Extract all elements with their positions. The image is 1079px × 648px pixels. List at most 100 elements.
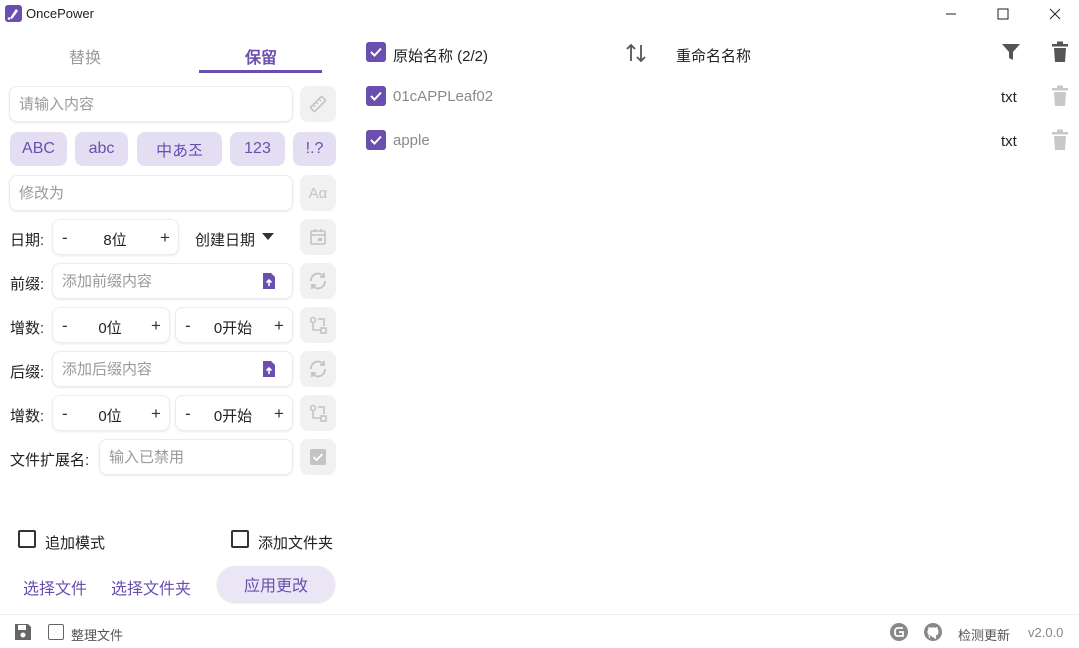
file-row-checkbox[interactable]: [366, 130, 386, 150]
append-mode-label: 追加模式: [45, 535, 106, 552]
check-icon: [370, 47, 382, 57]
select-all-checkbox[interactable]: [366, 42, 386, 62]
prefix-start-increment[interactable]: +: [274, 316, 284, 336]
ruler-icon: [309, 95, 327, 113]
ruler-button[interactable]: [300, 86, 336, 122]
calendar-icon: [310, 229, 326, 245]
search-input[interactable]: [10, 87, 292, 121]
date-label: 日期:: [10, 232, 45, 249]
suffix-label: 后缀:: [10, 364, 45, 381]
delete-file-icon[interactable]: [1051, 129, 1069, 151]
organize-files-checkbox[interactable]: [48, 624, 64, 640]
refresh-icon: [310, 360, 326, 378]
renamed-name-header: 重命名名称: [676, 48, 752, 65]
date-digits-increment[interactable]: +: [160, 228, 170, 248]
prefix-input[interactable]: [53, 264, 292, 298]
suffix-file-upload-icon[interactable]: [261, 360, 277, 378]
date-digits-decrement[interactable]: -: [62, 228, 68, 248]
select-files-button[interactable]: 选择文件: [23, 575, 87, 599]
date-calendar-button[interactable]: [300, 219, 336, 255]
append-mode-checkbox[interactable]: [18, 530, 36, 548]
suffix-start-stepper: - 0开始 +: [175, 395, 293, 431]
organize-files-label: 整理文件: [71, 628, 124, 643]
github-icon[interactable]: [923, 622, 943, 642]
delete-all-icon[interactable]: [1051, 41, 1069, 63]
suffix-digits-stepper: - 0位 +: [52, 395, 170, 431]
chip-cjk[interactable]: 中あ조: [137, 132, 222, 166]
chip-lowercase[interactable]: abc: [75, 132, 128, 166]
minimize-button[interactable]: [928, 0, 974, 28]
swap-icon: [309, 316, 327, 334]
date-type-value: 创建日期: [195, 232, 256, 249]
minimize-icon: [946, 13, 956, 15]
suffix-digits-value: 0位: [98, 408, 122, 425]
apply-changes-button[interactable]: 应用更改: [217, 566, 335, 602]
modify-input[interactable]: [10, 176, 292, 210]
prefix-start-decrement[interactable]: -: [185, 316, 191, 336]
add-folder-label: 添加文件夹: [258, 535, 334, 552]
save-icon[interactable]: [14, 623, 32, 641]
checkbox-confirm-icon: [310, 449, 326, 465]
chip-uppercase[interactable]: ABC: [10, 132, 67, 166]
date-type-select[interactable]: 创建日期: [195, 229, 255, 250]
prefix-digits-increment[interactable]: +: [151, 316, 161, 336]
window-title: OncePower: [26, 6, 94, 21]
suffix-increment-label: 增数:: [10, 408, 45, 425]
prefix-increment-swap-button[interactable]: [300, 307, 336, 343]
app-logo-icon: [5, 5, 22, 22]
check-update-link[interactable]: 检测更新: [958, 625, 1010, 644]
sort-icon[interactable]: [624, 41, 648, 65]
filter-icon[interactable]: [1001, 43, 1021, 61]
modify-field: [9, 175, 293, 211]
chip-symbols[interactable]: !.?: [293, 132, 336, 166]
gitee-icon[interactable]: [889, 622, 909, 642]
suffix-digits-decrement[interactable]: -: [62, 404, 68, 424]
prefix-refresh-button[interactable]: [300, 263, 336, 299]
search-field: [9, 86, 293, 122]
suffix-start-value: 0开始: [213, 408, 253, 425]
file-name: 01cAPPLeaf02: [393, 88, 494, 105]
original-name-header: 原始名称 (2/2): [393, 48, 489, 65]
font-case-icon: Aα: [308, 184, 328, 202]
suffix-start-decrement[interactable]: -: [185, 404, 191, 424]
prefix-start-stepper: - 0开始 +: [175, 307, 293, 343]
prefix-digits-value: 0位: [98, 320, 122, 337]
title-bar: OncePower: [0, 0, 1079, 28]
tab-keep[interactable]: 保留: [199, 44, 323, 67]
prefix-start-value: 0开始: [213, 320, 253, 337]
suffix-start-increment[interactable]: +: [274, 404, 284, 424]
maximize-button[interactable]: [980, 0, 1026, 28]
suffix-digits-increment[interactable]: +: [151, 404, 161, 424]
refresh-icon: [310, 272, 326, 290]
prefix-label: 前缀:: [10, 276, 45, 293]
add-folder-checkbox[interactable]: [231, 530, 249, 548]
extension-confirm-button[interactable]: [300, 439, 336, 475]
file-extension: txt: [1001, 89, 1017, 106]
file-extension: txt: [1001, 133, 1017, 150]
date-digits-value: 8位: [103, 232, 127, 249]
extension-label: 文件扩展名:: [10, 452, 90, 469]
extension-input[interactable]: [100, 440, 292, 474]
date-digits-stepper: - 8位 +: [52, 219, 179, 255]
version-label: v2.0.0: [1028, 625, 1064, 640]
suffix-refresh-button[interactable]: [300, 351, 336, 387]
prefix-file-upload-icon[interactable]: [261, 272, 277, 290]
suffix-increment-swap-button[interactable]: [300, 395, 336, 431]
prefix-increment-label: 增数:: [10, 320, 45, 337]
prefix-digits-decrement[interactable]: -: [62, 316, 68, 336]
tab-replace[interactable]: 替换: [23, 44, 147, 67]
file-row-checkbox[interactable]: [366, 86, 386, 106]
case-button[interactable]: Aα: [300, 175, 336, 211]
extension-field: [99, 439, 293, 475]
status-bar-divider: [0, 614, 1079, 615]
prefix-field: [52, 263, 293, 299]
maximize-icon: [997, 8, 1009, 20]
select-folder-button[interactable]: 选择文件夹: [111, 575, 191, 599]
close-button[interactable]: [1032, 0, 1078, 28]
suffix-field: [52, 351, 293, 387]
suffix-input[interactable]: [53, 352, 292, 386]
chip-digits[interactable]: 123: [230, 132, 285, 166]
close-icon: [1049, 8, 1061, 20]
delete-file-icon[interactable]: [1051, 85, 1069, 107]
prefix-digits-stepper: - 0位 +: [52, 307, 170, 343]
